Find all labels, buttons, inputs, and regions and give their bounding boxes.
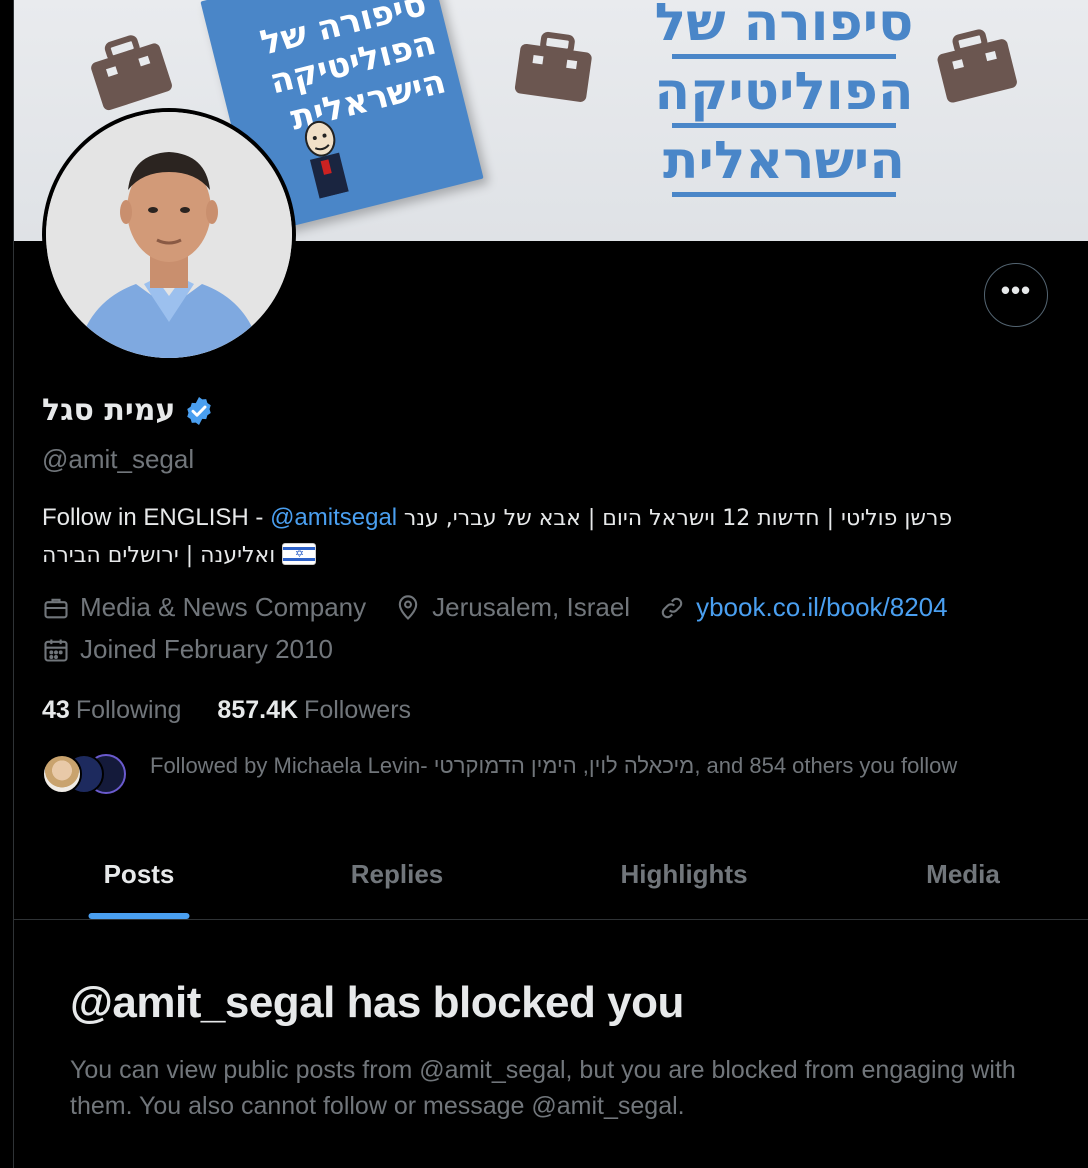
bio-hebrew-line-2: ואליענה | ירושלים הבירה xyxy=(42,543,276,568)
followed-by-row[interactable]: Followed by Michaela Levin- מיכאלה לוין,… xyxy=(42,750,957,794)
banner-rule xyxy=(672,123,896,128)
joined-text: Joined February 2010 xyxy=(80,634,333,664)
category-item: Media & News Company xyxy=(42,592,366,623)
location-pin-icon xyxy=(398,594,418,620)
verified-badge-icon[interactable] xyxy=(183,395,215,427)
followers-count: 857.4K xyxy=(217,696,299,724)
tab-media[interactable]: Media xyxy=(838,830,1088,919)
tab-label: Replies xyxy=(350,859,444,889)
briefcase-icon xyxy=(937,29,1017,103)
joined-item: Joined February 2010 xyxy=(42,634,333,665)
profile-tabs: Posts Replies Highlights Media xyxy=(14,830,1088,920)
left-border xyxy=(0,0,14,1168)
tab-posts[interactable]: Posts xyxy=(14,830,264,919)
location-text: Jerusalem, Israel xyxy=(432,592,631,622)
bio-line-2: ואליענה | ירושלים הבירה ✡ xyxy=(42,537,1042,574)
briefcase-icon xyxy=(44,598,68,618)
banner-title: סיפורה של הפוליטיקה הישראלית xyxy=(654,0,914,201)
follower-avatar xyxy=(42,754,82,794)
location-item: Jerusalem, Israel xyxy=(394,592,630,623)
banner-title-line: הישראלית xyxy=(663,131,905,191)
banner-rule xyxy=(672,192,896,197)
followed-by-text: Followed by Michaela Levin- מיכאלה לוין,… xyxy=(150,753,958,778)
follow-counts: 43 Following 857.4K Followers xyxy=(42,696,411,725)
briefcase-icon xyxy=(514,31,592,102)
israel-flag-icon: ✡ xyxy=(281,543,316,565)
blocked-title: @amit_segal has blocked you xyxy=(70,978,684,1027)
more-icon: ••• xyxy=(1000,275,1032,305)
followed-by-avatars xyxy=(42,750,142,794)
website-item[interactable]: ybook.co.il/book/8204 xyxy=(658,592,948,623)
blocked-notice: @amit_segal has blocked you You can view… xyxy=(70,978,1030,1124)
blocked-message: You can view public posts from @amit_seg… xyxy=(70,1056,1016,1120)
briefcase-icon xyxy=(91,35,172,111)
banner-title-line: סיפורה של xyxy=(654,0,914,53)
profile-avatar[interactable] xyxy=(42,108,296,362)
profile-handle: @amit_segal xyxy=(42,444,195,474)
profile-bio: Follow in ENGLISH - @amitsegal פרשן פולי… xyxy=(42,500,1042,574)
profile-joined-row: Joined February 2010 xyxy=(42,634,351,665)
bio-mention-link[interactable]: @amitsegal xyxy=(270,504,397,531)
bio-hebrew-line-1: פרשן פוליטי | חדשות 12 וישראל היום | אבא… xyxy=(403,506,953,531)
more-options-button[interactable]: ••• xyxy=(984,263,1048,327)
category-text: Media & News Company xyxy=(80,592,367,622)
banner-rule xyxy=(672,54,896,59)
website-link[interactable]: ybook.co.il/book/8204 xyxy=(696,592,948,623)
bio-line-1: Follow in ENGLISH - @amitsegal פרשן פולי… xyxy=(42,500,1042,537)
display-name-row: עמית סגל xyxy=(42,393,215,428)
following-count: 43 xyxy=(42,696,70,724)
following-count-link[interactable]: 43 Following xyxy=(42,696,181,725)
tab-label: Highlights xyxy=(620,859,748,889)
followers-label: Followers xyxy=(304,696,412,724)
calendar-icon xyxy=(44,639,68,662)
tab-label: Media xyxy=(926,859,1000,889)
tab-label: Posts xyxy=(103,859,175,889)
profile-meta-row: Media & News Company Jerusalem, Israel y… xyxy=(42,592,966,623)
display-name: עמית סגל xyxy=(42,393,176,428)
tab-replies[interactable]: Replies xyxy=(264,830,530,919)
following-label: Following xyxy=(75,696,182,724)
profile-photo xyxy=(46,112,292,358)
banner-title-line: הפוליטיקה xyxy=(654,62,914,122)
followers-count-link[interactable]: 857.4K Followers xyxy=(217,696,411,725)
bio-prefix: Follow in ENGLISH - xyxy=(42,504,271,531)
tab-highlights[interactable]: Highlights xyxy=(530,830,838,919)
link-icon xyxy=(661,597,683,618)
